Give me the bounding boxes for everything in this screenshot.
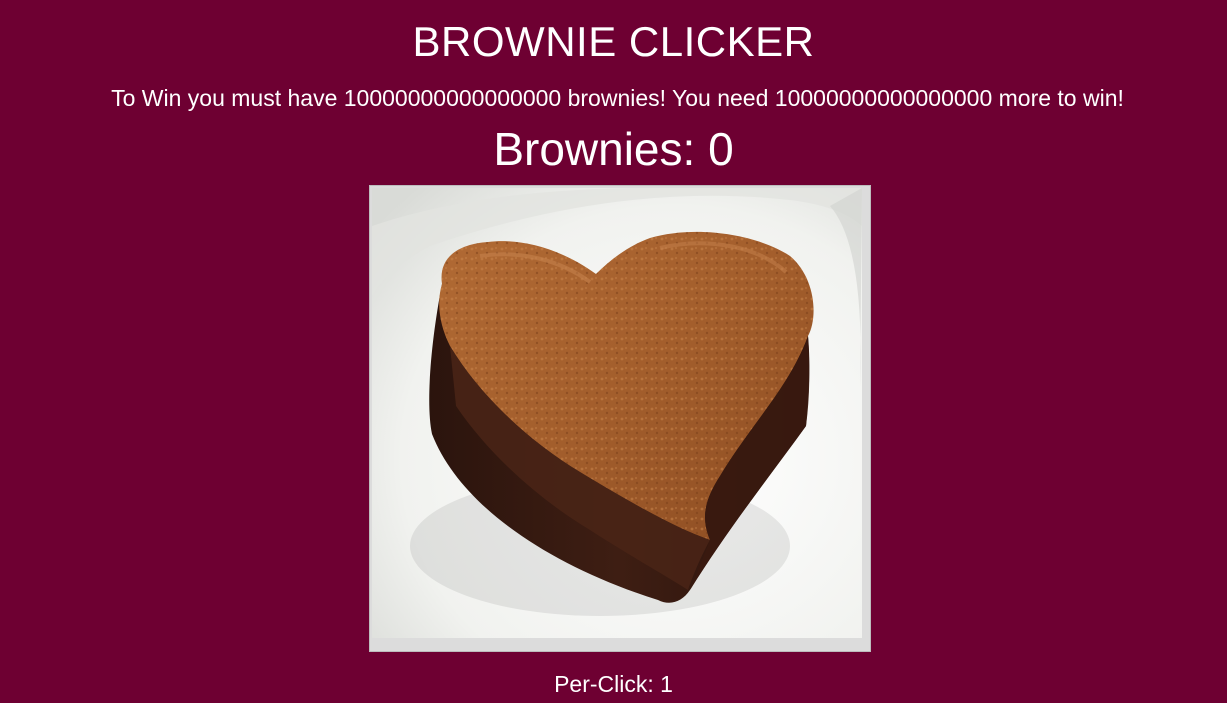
brownie-click-button[interactable] — [369, 185, 871, 652]
win-condition-text: To Win you must have 10000000000000000 b… — [111, 85, 1124, 111]
game-screen: BROWNIE CLICKER To Win you must have 100… — [0, 0, 1227, 703]
game-title: BROWNIE CLICKER — [412, 18, 815, 65]
brownie-count: Brownies: 0 — [493, 123, 734, 175]
heart-brownie-image — [370, 186, 870, 651]
per-click-label: Per-Click: 1 — [554, 671, 673, 697]
